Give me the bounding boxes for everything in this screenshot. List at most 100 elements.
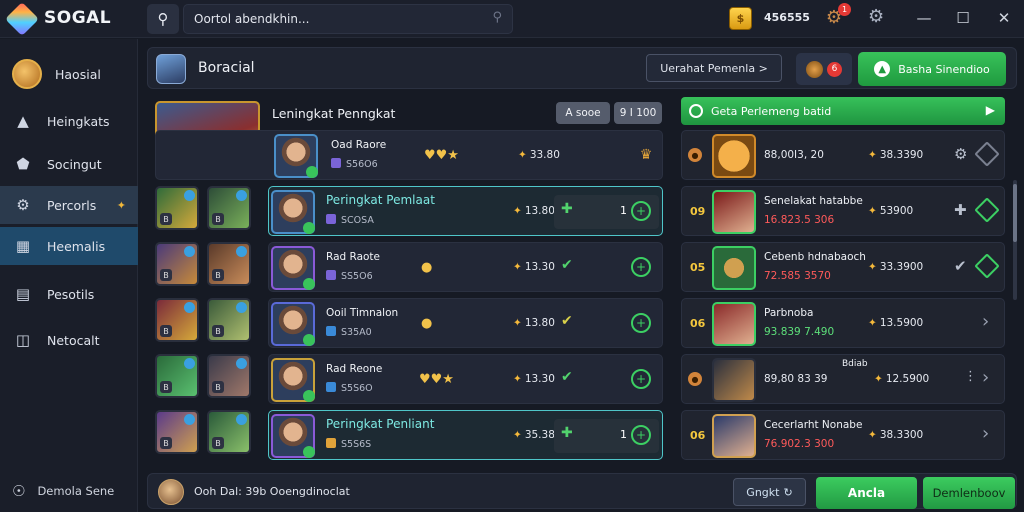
reward-row[interactable]: ● 88,00I3, 20 ✦ 38.3390 ⚙: [681, 130, 1005, 180]
chevron-right-icon[interactable]: ›: [982, 311, 989, 332]
settings-icon[interactable]: ⚙: [954, 145, 967, 163]
diamond-icon[interactable]: [974, 253, 1000, 279]
header-tab-button[interactable]: Uerahat Pemenla >: [646, 54, 782, 82]
add-circle-icon[interactable]: +: [631, 425, 651, 445]
header-avatar[interactable]: [156, 54, 186, 84]
item-slot[interactable]: B: [207, 354, 251, 398]
arrow-right-icon: ▶: [985, 103, 995, 117]
slot-gem-icon: [184, 358, 195, 369]
app-title: SOGAL: [44, 8, 112, 28]
reward-row[interactable]: 09 Senelakat hatabbe 16.823.5 306 ✦ 53900…: [681, 186, 1005, 236]
table-row[interactable]: Rad Raote SS5O6 ● ✦ 13.30 ✔ +: [268, 242, 663, 292]
row-count: 1: [620, 204, 627, 217]
panel-title: Leningkat Penngkat: [272, 106, 396, 121]
slot-gem-icon: [236, 302, 247, 313]
shield-icon: ⬟: [16, 155, 30, 173]
minimize-button[interactable]: —: [912, 5, 936, 31]
item-slot[interactable]: B: [155, 354, 199, 398]
row-name: Rad Reone: [326, 363, 383, 375]
token-icon: ●: [421, 316, 433, 331]
add-circle-icon[interactable]: +: [631, 257, 651, 277]
table-row[interactable]: Rad Reone S5S6O ♥♥★ ✦ 13.30 ✔ +: [268, 354, 663, 404]
row-value: ✦ 13.30: [513, 373, 555, 385]
table-row-highlighted[interactable]: Peringkat Pemlaat SCOSA ✦ 13.80 ✚ 1 +: [268, 186, 663, 236]
close-button[interactable]: ✕: [992, 5, 1016, 31]
online-icon: [303, 334, 315, 346]
check-icon[interactable]: ✔: [561, 369, 573, 385]
star-icon: ✦: [513, 205, 522, 217]
sidebar-item-personal[interactable]: ⚙ Percorls ✦: [0, 186, 138, 224]
wrench-icon[interactable]: ✚: [561, 201, 573, 217]
rewards-header[interactable]: Geta Perlemeng batid ▶: [681, 97, 1005, 125]
add-circle-icon[interactable]: +: [631, 313, 651, 333]
add-circle-icon[interactable]: +: [631, 201, 651, 221]
search-button[interactable]: ⚲: [147, 4, 179, 34]
crown-icon[interactable]: ♛: [636, 145, 656, 165]
item-slot[interactable]: B: [155, 298, 199, 342]
primary-button[interactable]: Ancla: [816, 477, 917, 509]
maximize-button[interactable]: ☐: [951, 5, 975, 31]
reward-name: Cecerlarht Nonabe: [764, 419, 863, 431]
rank-number: 05: [690, 260, 706, 274]
item-slot[interactable]: B: [155, 242, 199, 286]
row-sub: S35A0: [326, 326, 372, 338]
header-primary-button[interactable]: ▲ Basha Sinendioo: [858, 52, 1006, 86]
tag-icon: [326, 326, 336, 336]
reward-row[interactable]: 06 Parbnoba 93.839 7.490 ✦ 13.5900 ›: [681, 298, 1005, 348]
rank-number: 09: [690, 204, 706, 218]
search-input[interactable]: Oortol abendkhin... ⚲: [183, 4, 513, 34]
item-slot[interactable]: B: [207, 410, 251, 454]
scrollbar-thumb[interactable]: [1013, 184, 1017, 242]
reward-row[interactable]: 06 Cecerlarht Nonabe 76.902.3 300 ✦ 38.33…: [681, 410, 1005, 460]
sidebar-item-rankings[interactable]: ▲ Heingkats: [0, 102, 138, 140]
active-indicator-icon: ✦: [116, 198, 126, 212]
table-row-highlighted[interactable]: Peringkat Penliant S5S6S ✦ 35.38 ✚ 1 +: [268, 410, 663, 460]
sidebar-footer-link[interactable]: ☉ Demola Sene: [12, 482, 114, 500]
status-text: Ooh Dal: 39b Ooengdinoclat: [194, 485, 350, 498]
reward-thumb: [712, 246, 756, 290]
reward-points-text: 12.5900: [885, 373, 930, 385]
header-reward-button[interactable]: 6: [796, 53, 852, 85]
check-circle-icon[interactable]: ✔: [954, 257, 967, 275]
player-portrait: [271, 302, 315, 346]
plus-icon[interactable]: ✚: [954, 201, 967, 219]
avatar[interactable]: [158, 479, 184, 505]
table-row[interactable]: Oad Raore S56O6 ♥♥★ ✦ 33.80 ♛: [155, 130, 663, 180]
settings-gear-icon[interactable]: ⚙: [868, 6, 884, 27]
tag-icon: [326, 270, 336, 280]
sidebar-item-profile[interactable]: Haosial: [0, 53, 138, 95]
filter-chip[interactable]: 9 I 100: [614, 102, 662, 124]
avatar: [12, 59, 42, 89]
star-icon: ✦: [513, 429, 522, 441]
item-slot[interactable]: B: [155, 410, 199, 454]
sidebar-item-social[interactable]: ⬟ Socingut: [0, 145, 138, 183]
reward-thumb: [712, 134, 756, 178]
row-value-text: 13.30: [524, 373, 555, 385]
secondary-button[interactable]: Gngkt ↻: [733, 478, 806, 506]
row-value-text: 13.30: [524, 261, 555, 273]
diamond-icon[interactable]: [974, 197, 1000, 223]
item-slot[interactable]: B: [207, 298, 251, 342]
reward-row[interactable]: ● Bdiab 89,80 83 39 ✦ 12.5900 ⋮ ›: [681, 354, 1005, 404]
sidebar-item-notes[interactable]: ◫ Netocalt: [0, 321, 138, 359]
diamond-icon[interactable]: [974, 141, 1000, 167]
chevron-right-icon[interactable]: ›: [982, 367, 989, 388]
check-icon[interactable]: ✔: [561, 313, 573, 329]
confirm-button[interactable]: Demlenboov: [923, 477, 1015, 509]
sidebar-item-heemalis[interactable]: ▦ Heemalis: [0, 227, 138, 265]
add-circle-icon[interactable]: +: [631, 369, 651, 389]
check-icon[interactable]: ✔: [561, 257, 573, 273]
item-slot[interactable]: B: [207, 242, 251, 286]
coin-icon[interactable]: $: [729, 7, 752, 30]
item-slot[interactable]: B: [207, 186, 251, 230]
chevron-right-icon[interactable]: ›: [982, 423, 989, 444]
star-icon: ✦: [874, 373, 883, 385]
reward-row[interactable]: 05 Cebenb hdnabaoch 72.585 3570 ✦ 33.3900…: [681, 242, 1005, 292]
table-row[interactable]: Ooil Timnalon S35A0 ● ✦ 13.80 ✔ +: [268, 298, 663, 348]
wrench-icon[interactable]: ✚: [561, 425, 573, 441]
item-slot[interactable]: B: [155, 186, 199, 230]
reward-score: 72.585 3570: [764, 270, 831, 282]
more-dots-icon[interactable]: ⋮: [964, 369, 977, 384]
filter-chip[interactable]: A sooe: [556, 102, 610, 124]
sidebar-item-results[interactable]: ▤ Pesotils: [0, 275, 138, 313]
